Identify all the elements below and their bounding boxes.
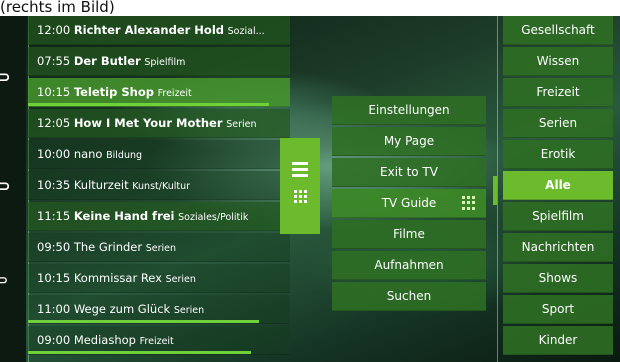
program-time: 12:00 (37, 23, 71, 37)
menu-item-label: My Page (383, 134, 435, 148)
program-title: Keine Hand frei (73, 209, 175, 223)
channel-marker-icon: ⊃ (0, 273, 9, 287)
program-genre: Serien (145, 243, 177, 254)
category-serien[interactable]: Serien (503, 109, 613, 138)
category-label: Sport (541, 302, 575, 316)
program-time: 10:15 (37, 85, 71, 99)
category-shows[interactable]: Shows (503, 264, 613, 293)
category-label: Kinder (538, 333, 578, 347)
progress-bar (28, 103, 270, 106)
program-genre: Freizeit (139, 336, 174, 347)
program-genre: Kunst/Kultur (132, 181, 191, 192)
program-time: 07:55 (37, 54, 71, 68)
caption: (rechts im Bild) (0, 0, 115, 16)
program-row[interactable]: 10:15 Kommissar Rex Serien (28, 264, 290, 293)
tv-guide-screen: ⊃ ⊃ ⊃ 12:00 Richter Alexander Hold Sozia… (0, 16, 620, 362)
grid-icon (294, 190, 307, 203)
program-title: Kommissar Rex (73, 271, 162, 285)
channel-marker-icon: ⊃ (0, 68, 11, 86)
program-row[interactable]: 09:50 The Grinder Serien (28, 233, 290, 262)
program-title: Der Butler (73, 54, 141, 68)
program-row[interactable]: 10:15 Teletip Shop Freizeit (28, 78, 290, 107)
program-title: How I Met Your Mother (73, 116, 223, 130)
category-nachrichten[interactable]: Nachrichten (503, 233, 613, 262)
program-time: 10:15 (37, 271, 71, 285)
program-time: 11:15 (37, 209, 71, 223)
program-row[interactable]: 07:55 Der Butler Spielfilm (28, 47, 290, 76)
category-label: Gesellschaft (521, 23, 595, 37)
program-row[interactable]: 10:00 nano Bildung (28, 140, 290, 169)
program-row[interactable]: 10:35 Kulturzeit Kunst/Kultur (28, 171, 290, 200)
category-label: Serien (538, 116, 578, 130)
program-time: 10:35 (37, 178, 71, 192)
program-title: Mediashop (73, 333, 136, 347)
category-erotik[interactable]: Erotik (503, 140, 613, 169)
menu-item-label: Exit to TV (380, 165, 438, 179)
category-wissen[interactable]: Wissen (503, 47, 613, 76)
program-time: 09:50 (37, 240, 71, 254)
menu-item-suchen[interactable]: Suchen (332, 282, 486, 311)
program-genre: Serien (173, 305, 205, 316)
program-row[interactable]: 12:05 How I Met Your Mother Serien (28, 109, 290, 138)
program-genre: Serien (226, 119, 257, 130)
category-label: Nachrichten (521, 240, 595, 254)
program-title: Richter Alexander Hold (73, 23, 224, 37)
menu-item-label: Aufnahmen (374, 258, 444, 272)
category-label: Shows (538, 271, 578, 285)
divider (497, 16, 498, 362)
active-category-marker (493, 176, 497, 205)
category-spielfilm[interactable]: Spielfilm (503, 202, 613, 231)
category-freizeit[interactable]: Freizeit (503, 78, 613, 107)
program-row[interactable]: 11:15 Keine Hand frei Soziales/Politik (28, 202, 290, 231)
program-genre: Freizeit (157, 88, 192, 99)
category-gesellschaft[interactable]: Gesellschaft (503, 16, 613, 45)
category-alle[interactable]: Alle (503, 171, 613, 200)
category-label: Erotik (540, 147, 576, 161)
program-row[interactable]: 11:00 Wege zum Glück Serien (28, 295, 290, 324)
menu-item-my-page[interactable]: My Page (332, 127, 486, 156)
menu-toggle-tab[interactable] (280, 138, 320, 234)
left-channel-bar: ⊃ ⊃ ⊃ (0, 16, 26, 362)
program-title: Kulturzeit (73, 178, 129, 192)
category-label: Spielfilm (532, 209, 584, 223)
program-genre: Bildung (106, 150, 143, 161)
program-time: 12:05 (37, 116, 71, 130)
progress-bar (28, 320, 259, 323)
program-title: nano (73, 147, 103, 161)
progress-bar (28, 351, 251, 354)
program-time: 09:00 (37, 333, 71, 347)
menu-item-label: Einstellungen (368, 103, 450, 117)
category-label: Wissen (536, 54, 580, 68)
program-title: The Grinder (73, 240, 143, 254)
menu-item-tv-guide[interactable]: TV Guide (332, 189, 486, 218)
program-row[interactable]: 12:00 Richter Alexander Hold Sozial... (28, 16, 290, 45)
program-title: Teletip Shop (73, 85, 154, 99)
menu-item-label: Filme (393, 227, 425, 241)
menu-item-exit-to-tv[interactable]: Exit to TV (332, 158, 486, 187)
menu-item-label: TV Guide (381, 196, 437, 210)
category-sport[interactable]: Sport (503, 295, 613, 324)
program-genre: Soziales/Politik (178, 212, 249, 223)
program-title: Wege zum Glück (73, 302, 171, 316)
category-label: Freizeit (536, 85, 580, 99)
menu-item-label: Suchen (386, 289, 432, 303)
program-genre: Spielfilm (144, 57, 186, 68)
grid-icon (462, 196, 476, 210)
program-genre: Sozial... (227, 26, 265, 37)
list-icon (292, 162, 308, 180)
category-kinder[interactable]: Kinder (503, 326, 613, 355)
program-time: 10:00 (37, 147, 71, 161)
menu-item-filme[interactable]: Filme (332, 220, 486, 249)
program-time: 11:00 (37, 302, 71, 316)
channel-marker-icon: ⊃ (0, 177, 11, 195)
program-row[interactable]: 09:00 Mediashop Freizeit (28, 326, 290, 355)
menu-item-einstellungen[interactable]: Einstellungen (332, 96, 486, 125)
program-genre: Serien (165, 274, 196, 285)
menu-item-aufnahmen[interactable]: Aufnahmen (332, 251, 486, 280)
category-label: Alle (545, 178, 571, 192)
